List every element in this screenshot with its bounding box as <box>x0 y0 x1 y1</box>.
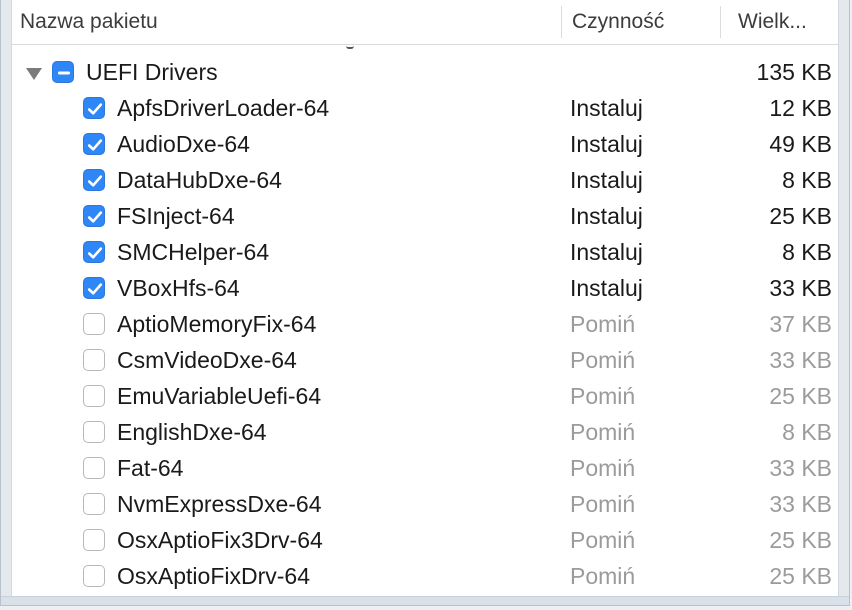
package-size: 33 KB <box>769 491 832 517</box>
package-name: AudioDxe-64 <box>117 131 250 157</box>
right-border <box>838 0 849 605</box>
package-size: 8 KB <box>782 167 832 193</box>
package-action[interactable]: Pomiń <box>570 522 635 558</box>
package-name: EnglishDxe-64 <box>117 419 267 445</box>
package-size: 25 KB <box>769 563 832 589</box>
package-action[interactable]: Pomiń <box>570 378 635 414</box>
package-size: 8 KB <box>782 239 832 265</box>
unchecked-checkbox-icon[interactable] <box>83 493 105 515</box>
package-action[interactable]: Pomiń <box>570 342 635 378</box>
unchecked-checkbox-icon[interactable] <box>83 385 105 407</box>
package-row[interactable]: AudioDxe-64 Instaluj 49 KB <box>12 126 838 162</box>
column-divider[interactable] <box>720 6 721 38</box>
package-size: 33 KB <box>769 347 832 373</box>
package-action[interactable]: Pomiń <box>570 558 635 594</box>
disclosure-triangle-icon[interactable] <box>26 68 42 80</box>
column-divider[interactable] <box>561 6 562 38</box>
package-size: 37 KB <box>769 311 832 337</box>
package-size: 12 KB <box>769 95 832 121</box>
package-size: 33 KB <box>769 455 832 481</box>
package-row[interactable]: DataHubDxe-64 Instaluj 8 KB <box>12 162 838 198</box>
unchecked-checkbox-icon[interactable] <box>83 457 105 479</box>
checked-checkbox-icon[interactable] <box>83 277 105 299</box>
package-row[interactable]: FSInject-64 Instaluj 25 KB <box>12 198 838 234</box>
package-row[interactable]: VBoxHfs-64 Instaluj 33 KB <box>12 270 838 306</box>
column-header-action[interactable]: Czynność <box>572 0 664 44</box>
package-name: EmuVariableUefi-64 <box>117 383 322 409</box>
unchecked-checkbox-icon[interactable] <box>83 565 105 587</box>
unchecked-checkbox-icon[interactable] <box>83 349 105 371</box>
package-size: 25 KB <box>769 383 832 409</box>
package-name: ApfsDriverLoader-64 <box>117 95 330 121</box>
package-row[interactable]: ApfsDriverLoader-64 Instaluj 12 KB <box>12 90 838 126</box>
checked-checkbox-icon[interactable] <box>83 205 105 227</box>
package-size: 25 KB <box>769 527 832 553</box>
checked-checkbox-icon[interactable] <box>83 133 105 155</box>
package-table: UEFI Drivers 135 KB ApfsDriverLoader-64 I… <box>12 45 838 596</box>
table-header: Nazwa pakietu Czynność Wielk... <box>12 0 838 45</box>
package-name: VBoxHfs-64 <box>117 275 240 301</box>
checked-checkbox-icon[interactable] <box>83 169 105 191</box>
package-action[interactable]: Instaluj <box>570 90 643 126</box>
group-name: UEFI Drivers <box>86 59 218 85</box>
bottom-border <box>1 596 849 605</box>
package-row[interactable]: CsmVideoDxe-64 Pomiń 33 KB <box>12 342 838 378</box>
package-action[interactable]: Pomiń <box>570 306 635 342</box>
package-row[interactable]: EmuVariableUefi-64 Pomiń 25 KB <box>12 378 838 414</box>
package-row[interactable]: Fat-64 Pomiń 33 KB <box>12 450 838 486</box>
package-list-window: Nazwa pakietu Czynność Wielk... UEFI Dri… <box>0 0 850 606</box>
package-size: 8 KB <box>782 419 832 445</box>
package-row[interactable]: SMCHelper-64 Instaluj 8 KB <box>12 234 838 270</box>
package-name: CsmVideoDxe-64 <box>117 347 297 373</box>
package-name: NvmExpressDxe-64 <box>117 491 322 517</box>
package-action[interactable]: Instaluj <box>570 234 643 270</box>
unchecked-checkbox-icon[interactable] <box>83 313 105 335</box>
package-action[interactable]: Pomiń <box>570 450 635 486</box>
mixed-checkbox-icon[interactable] <box>52 61 74 83</box>
group-size: 135 KB <box>756 59 832 85</box>
package-row[interactable]: OsxAptioFixDrv-64 Pomiń 25 KB <box>12 558 838 594</box>
column-header-name[interactable]: Nazwa pakietu <box>20 0 158 44</box>
package-row[interactable]: OsxAptioFix3Drv-64 Pomiń 25 KB <box>12 522 838 558</box>
package-action[interactable]: Pomiń <box>570 414 635 450</box>
package-row[interactable]: NvmExpressDxe-64 Pomiń 33 KB <box>12 486 838 522</box>
package-name: SMCHelper-64 <box>117 239 270 265</box>
package-action[interactable]: Instaluj <box>570 162 643 198</box>
package-name: FSInject-64 <box>117 203 235 229</box>
package-name: OsxAptioFixDrv-64 <box>117 563 310 589</box>
package-action[interactable]: Instaluj <box>570 270 643 306</box>
package-name: Fat-64 <box>117 455 184 481</box>
left-border <box>1 0 12 605</box>
package-size: 25 KB <box>769 203 832 229</box>
column-header-size[interactable]: Wielk... <box>738 0 807 44</box>
unchecked-checkbox-icon[interactable] <box>83 529 105 551</box>
package-size: 33 KB <box>769 275 832 301</box>
package-name: AptioMemoryFix-64 <box>117 311 317 337</box>
package-row[interactable]: EnglishDxe-64 Pomiń 8 KB <box>12 414 838 450</box>
package-name: OsxAptioFix3Drv-64 <box>117 527 323 553</box>
package-name: DataHubDxe-64 <box>117 167 282 193</box>
package-action[interactable]: Instaluj <box>570 126 643 162</box>
package-size: 49 KB <box>769 131 832 157</box>
package-action[interactable]: Instaluj <box>570 198 643 234</box>
package-action[interactable]: Pomiń <box>570 486 635 522</box>
checked-checkbox-icon[interactable] <box>83 241 105 263</box>
package-row[interactable]: AptioMemoryFix-64 Pomiń 37 KB <box>12 306 838 342</box>
unchecked-checkbox-icon[interactable] <box>83 421 105 443</box>
checked-checkbox-icon[interactable] <box>83 97 105 119</box>
group-row-uefi-drivers[interactable]: UEFI Drivers 135 KB <box>12 54 838 90</box>
